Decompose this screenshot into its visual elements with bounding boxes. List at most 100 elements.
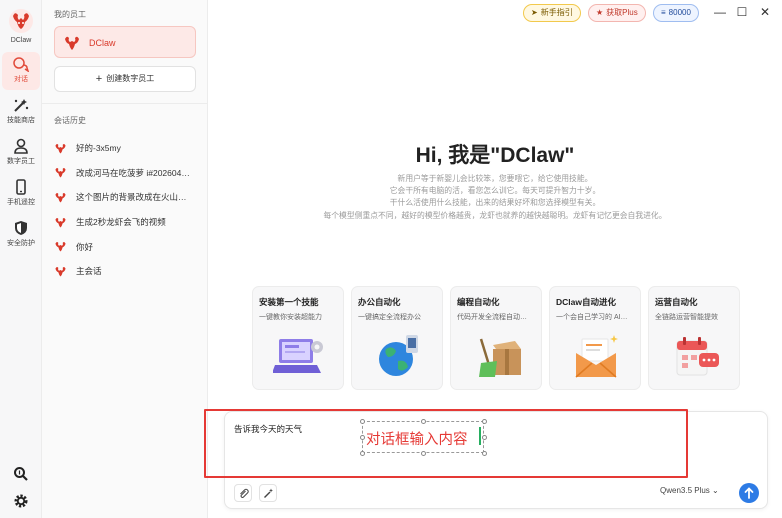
history-item[interactable]: 改成河马在吃菠萝 i#202604… [54,161,204,186]
send-arrow-icon: ➤ [531,8,538,17]
rail-item-label: 数字员工 [7,158,35,165]
lobster-icon [65,36,79,50]
search-icon[interactable] [11,464,31,484]
history-item[interactable]: 主会话 [54,259,204,284]
lobster-icon [55,192,66,203]
rail-item-label: 对话 [14,76,28,83]
hero-line: 每个模型侧重点不同，越好的模型价格越贵，龙虾也就养的越快越聪明。龙虾有记忆更会自… [323,210,667,220]
calendar-icon [676,337,719,376]
rail-item-chat[interactable]: 对话 [2,52,40,90]
card-desc: 一键搞定全流程办公 [358,314,421,321]
close-button[interactable]: ✕ [757,4,773,20]
history-item[interactable]: 这个图片的背景改成在火山… [54,185,204,210]
resize-handle[interactable] [482,419,487,424]
history-list: 好的-3x5my 改成河马在吃菠萝 i#202604… 这个图片的背景改成在火山… [54,136,204,284]
magic-wand-icon [14,99,29,112]
card-desc: 代码开发全流程自动… [457,314,527,321]
magic-wand-icon [264,488,273,498]
create-employee-label: 创建数字员工 [106,74,155,83]
rail-item-label: 安全防护 [7,240,35,247]
employee-name: DClaw [89,38,116,48]
text-cursor [479,427,481,445]
history-item-label: 这个图片的背景改成在火山… [76,192,187,203]
left-rail: DClaw 对话 技能商店 数字员工 手机遥控 安全防护 [0,0,42,518]
employee-item-dclaw[interactable]: DClaw [54,26,196,58]
chevron-down-icon: ⌄ [712,486,719,495]
guide-label: 新手指引 [540,8,573,17]
hero-line: 新用户等于新婴儿会比较笨，您要喂它，给它使用技能。 [397,174,593,183]
hero-title: Hi, 我是"DClaw" [415,144,575,167]
coin-stack-icon: ≡ [661,8,666,17]
lobster-icon [55,242,66,252]
history-item[interactable]: 你好 [54,234,204,259]
rail-item-phone[interactable]: 手机遥控 [2,175,40,213]
card-desc: 一个会自己学习的 AI… [556,314,628,321]
card-title: DClaw自动进化 [556,297,616,307]
maximize-button[interactable]: ☐ [734,4,750,20]
history-heading: 会话历史 [54,116,86,125]
hero-description: 新用户等于新婴儿会比较笨，您要喂它，给它使用技能。 它会干所有电脑的活，看您怎么… [208,173,782,222]
history-item-label: 生成2秒龙虾会飞的视频 [76,217,166,228]
rail-item-skills[interactable]: 技能商店 [2,93,40,131]
logo-label: DClaw [10,37,32,44]
phone-icon [16,179,26,195]
resize-handle[interactable] [421,451,426,456]
guide-button[interactable]: ➤ 新手指引 [523,4,581,22]
globe-office-icon [379,335,418,376]
minimize-button[interactable]: — [712,4,728,20]
divider [42,103,208,104]
history-item[interactable]: 好的-3x5my [54,136,204,161]
get-plus-button[interactable]: ★ 获取Plus [588,4,646,22]
rail-item-label: 手机遥控 [7,199,35,206]
resize-handle[interactable] [360,451,365,456]
sidebar: 我的员工 DClaw + 创建数字员工 会话历史 好的-3x5my 改成河马在吃菠… [42,0,208,518]
resize-handle[interactable] [360,419,365,424]
coins-badge[interactable]: ≡ 80000 [653,4,699,22]
lobster-icon [55,217,66,228]
history-item-label: 你好 [76,241,94,252]
arrow-up-icon [744,487,754,499]
rail-item-employees[interactable]: 数字员工 [2,134,40,172]
attach-button[interactable] [234,484,252,502]
skill-button[interactable] [259,484,277,502]
rail-item-security[interactable]: 安全防护 [2,216,40,254]
plus-label: 获取Plus [606,8,638,17]
chat-icon [13,57,30,72]
dclaw-logo-icon[interactable] [8,8,34,34]
gear-icon[interactable] [11,491,31,511]
star-icon: ★ [596,8,604,17]
card-office-automation[interactable]: 办公自动化 一键搞定全流程办公 [351,286,443,390]
card-title: 编程自动化 [457,297,500,307]
card-dclaw-evolution[interactable]: DClaw自动进化 一个会自己学习的 AI… [549,286,641,390]
card-desc: 一键教你安装超能力 [259,314,322,321]
lobster-icon [55,266,66,277]
resize-handle[interactable] [360,435,365,440]
card-title: 运营自动化 [655,297,698,307]
history-item-label: 改成河马在吃菠萝 i#202604… [76,167,190,178]
rail-item-label: 技能商店 [7,117,35,124]
coins-value: 80000 [668,8,691,17]
laptop-install-icon [273,339,323,373]
resize-handle[interactable] [482,435,487,440]
shield-icon [15,221,27,235]
model-selector[interactable]: Qwen3.5 Plus ⌄ [660,486,719,495]
resize-handle[interactable] [421,419,426,424]
create-employee-button[interactable]: + 创建数字员工 [54,66,196,92]
quick-start-cards: 安装第一个技能 一键教你安装超能力 办公自动化 一键搞定全流程办公 编程自动化 … [252,286,742,390]
hero-line: 干什么活使用什么技能，出来的结果好坏和您选择模型有关。 [389,198,601,208]
envelope-icon [575,335,618,378]
send-button[interactable] [739,483,759,503]
card-operations-automation[interactable]: 运营自动化 全链路运营智能提效 [648,286,740,390]
card-coding-automation[interactable]: 编程自动化 代码开发全流程自动… [450,286,542,390]
employees-heading: 我的员工 [54,10,86,19]
annotation-text[interactable]: 对话框输入内容 [366,428,468,449]
history-item-label: 好的-3x5my [76,143,121,154]
history-item-label: 主会话 [76,266,102,277]
hero-line: 它会干所有电脑的活，看您怎么训它。每天可提升智力十岁。 [389,186,601,196]
card-install-skill[interactable]: 安装第一个技能 一键教你安装超能力 [252,286,344,390]
resize-handle[interactable] [482,451,487,456]
history-item[interactable]: 生成2秒龙虾会飞的视频 [54,210,204,235]
card-title: 安装第一个技能 [259,297,319,307]
box-broom-icon [479,338,521,377]
model-label: Qwen3.5 Plus [660,486,710,495]
